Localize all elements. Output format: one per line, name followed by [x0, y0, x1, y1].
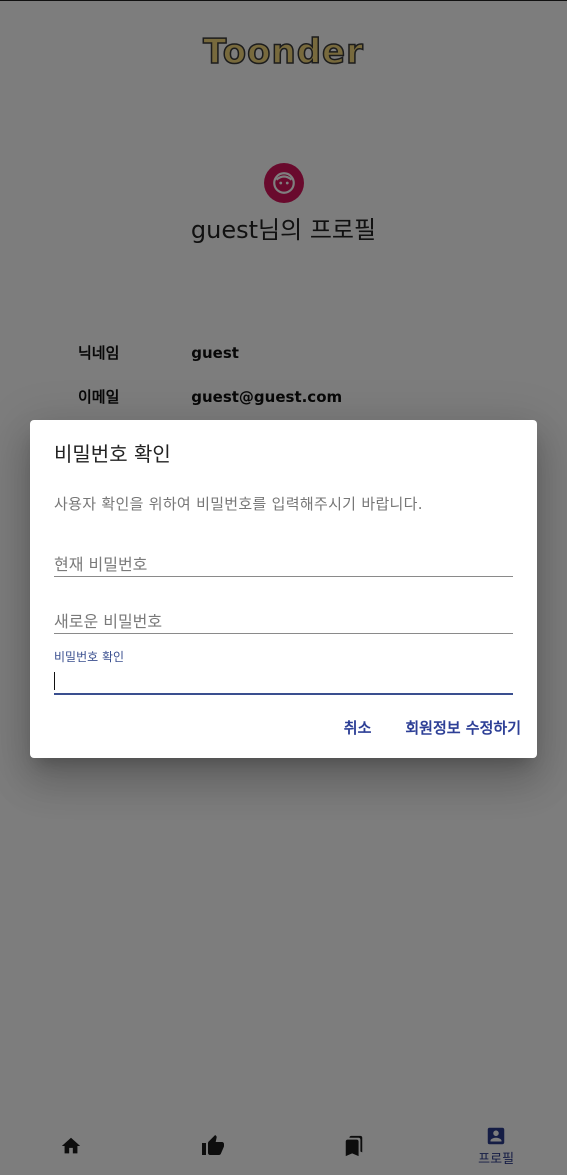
- input-underline: [54, 576, 513, 577]
- dialog-title: 비밀번호 확인: [54, 442, 171, 466]
- input-underline: [54, 633, 513, 634]
- cancel-button[interactable]: 취소: [344, 713, 372, 742]
- confirm-password-field: 비밀번호 확인: [54, 648, 513, 695]
- new-password-field: [54, 609, 513, 634]
- confirm-password-input[interactable]: [54, 669, 513, 693]
- dialog-actions: 취소 회원정보 수정하기: [344, 713, 521, 742]
- text-cursor: [54, 672, 55, 690]
- current-password-field: [54, 552, 513, 577]
- submit-button[interactable]: 회원정보 수정하기: [405, 713, 521, 742]
- password-confirm-dialog: 비밀번호 확인 사용자 확인을 위하여 비밀번호를 입력해주시기 바랍니다. 비…: [30, 420, 537, 758]
- input-underline-focused: [54, 693, 513, 695]
- dialog-description: 사용자 확인을 위하여 비밀번호를 입력해주시기 바랍니다.: [54, 495, 423, 513]
- new-password-input[interactable]: [54, 609, 513, 633]
- current-password-input[interactable]: [54, 552, 513, 576]
- confirm-password-label: 비밀번호 확인: [54, 650, 125, 664]
